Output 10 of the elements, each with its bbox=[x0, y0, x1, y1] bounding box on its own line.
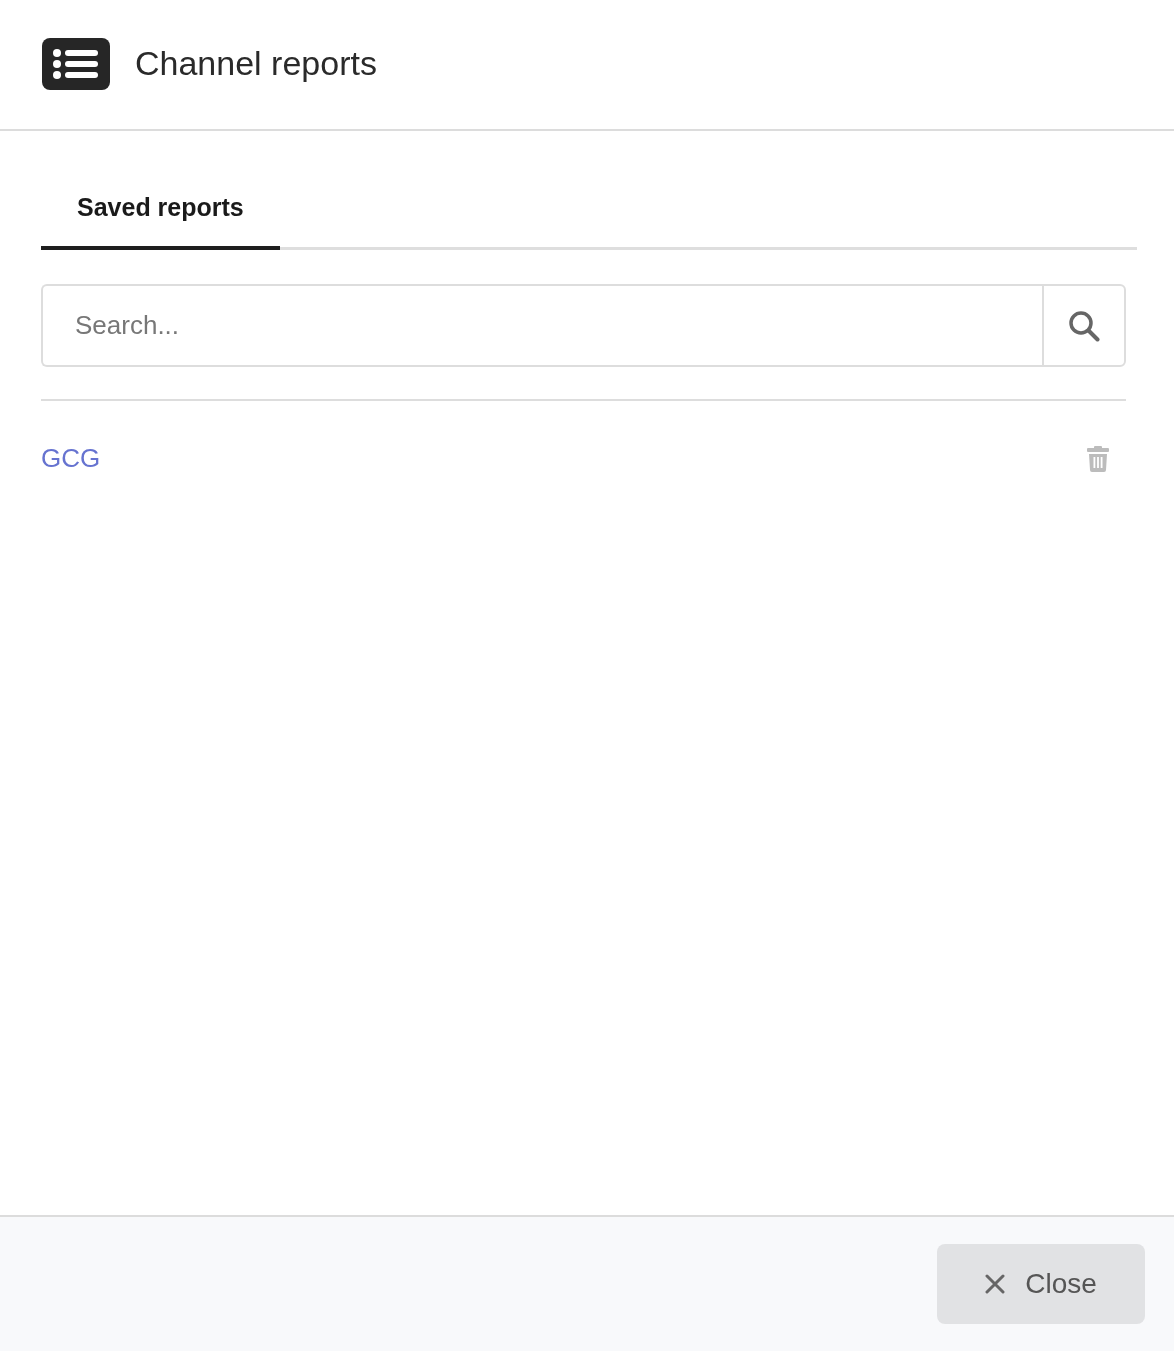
search-icon bbox=[1068, 309, 1100, 342]
tab[interactable]: Saved reports bbox=[41, 187, 280, 250]
list-icon bbox=[42, 37, 110, 90]
report-link[interactable]: GCG bbox=[41, 443, 101, 474]
dialog-title: Channel reports bbox=[135, 44, 377, 83]
search-button[interactable] bbox=[1042, 284, 1126, 367]
close-button[interactable]: Close bbox=[937, 1244, 1145, 1324]
close-icon bbox=[985, 1274, 1006, 1294]
search-field[interactable]: Search... bbox=[41, 284, 1042, 367]
trash-icon bbox=[1087, 445, 1109, 472]
